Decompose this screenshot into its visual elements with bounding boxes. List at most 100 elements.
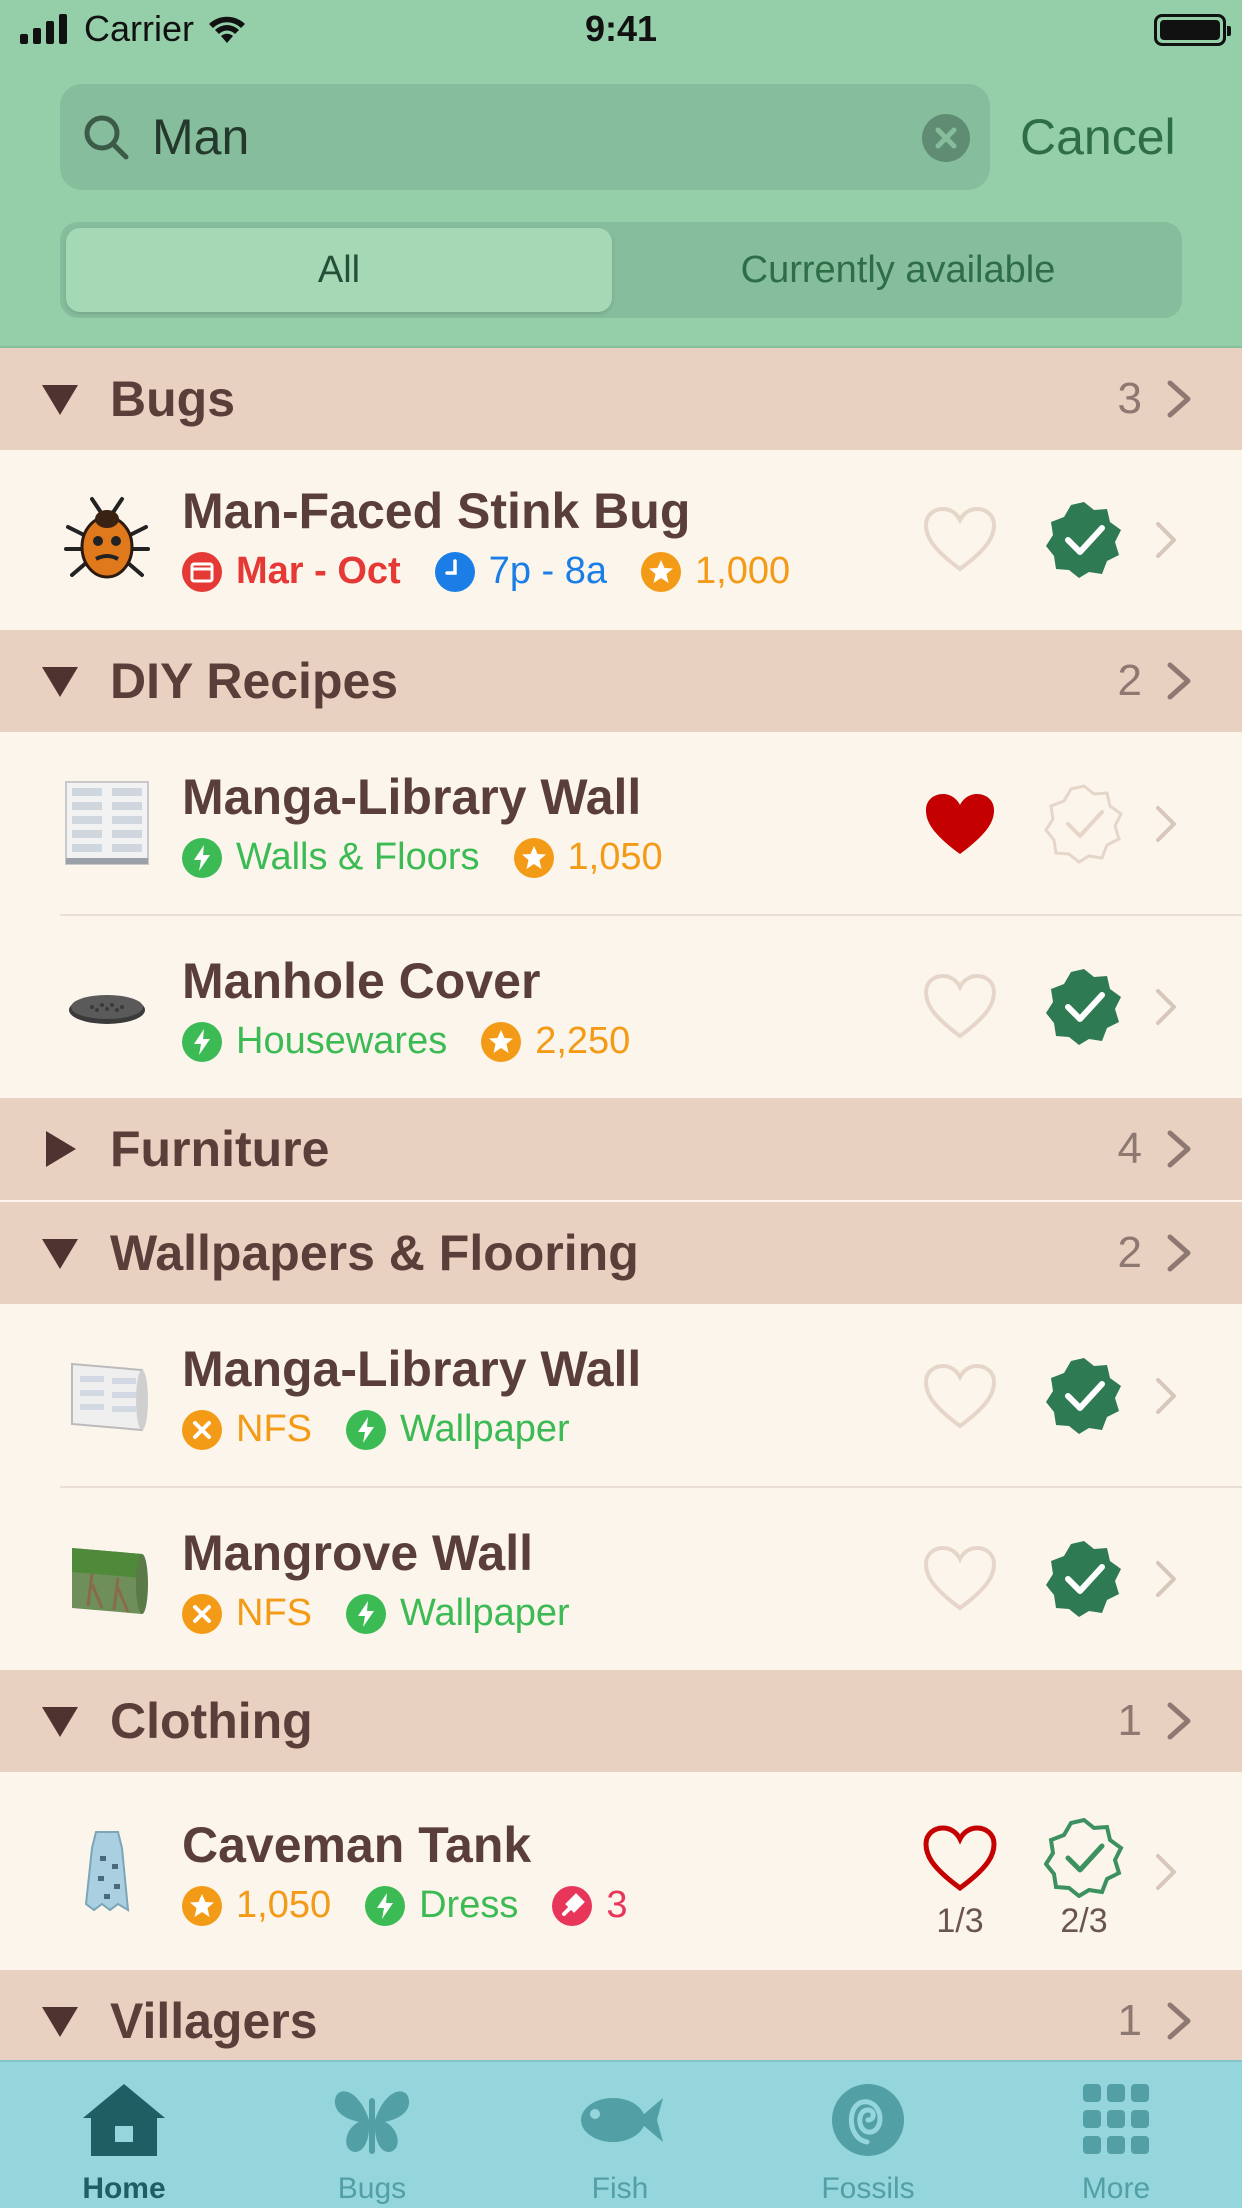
filter-segmented-control: All Currently available [60, 222, 1182, 318]
category-tag: Wallpaper [346, 1592, 570, 1635]
chevron-right-icon[interactable] [1152, 987, 1180, 1027]
chevron-right-icon[interactable] [1152, 520, 1180, 560]
segment-all[interactable]: All [66, 228, 612, 312]
nfs-label: NFS [236, 1408, 312, 1450]
favorite-heart-icon[interactable] [922, 972, 998, 1042]
item-meta: NFS Wallpaper [182, 1592, 604, 1635]
tab-home[interactable]: Home [0, 2062, 248, 2208]
item-meta: NFS Wallpaper [182, 1408, 604, 1451]
star-icon [513, 837, 554, 878]
price-tag: 1,050 [182, 1884, 331, 1927]
favorite-heart-icon[interactable] [922, 790, 998, 860]
section-header-diy-recipes[interactable]: DIY Recipes 2 [0, 630, 1242, 732]
clock-icon [434, 551, 475, 592]
expand-triangle-icon[interactable] [38, 1127, 82, 1171]
search-input[interactable]: Man [60, 84, 990, 190]
list-item-manga-library-diy[interactable]: Manga-Library Wall Walls & Floors 1,050 [0, 732, 1242, 916]
collapse-triangle-icon[interactable] [38, 659, 82, 703]
item-title: Man-Faced Stink Bug [182, 483, 691, 539]
section-title: Wallpapers & Flooring [110, 1225, 639, 1281]
section-title: Clothing [110, 1693, 313, 1749]
butterfly-icon [334, 2091, 410, 2154]
list-item-manhole-cover[interactable]: Manhole Cover Housewares 2,250 [0, 916, 1242, 1098]
tab-bugs[interactable]: Bugs [248, 2062, 496, 2208]
not-for-sale-icon [182, 1409, 222, 1450]
chevron-right-icon[interactable] [1152, 1559, 1180, 1599]
not-for-sale-icon [182, 1593, 222, 1634]
section-header-furniture[interactable]: Furniture 4 [0, 1098, 1242, 1200]
price-label: 1,050 [236, 1884, 332, 1926]
clear-search-icon[interactable] [922, 114, 970, 162]
chevron-right-icon[interactable] [1152, 1376, 1180, 1416]
list-item-mangrove-wall[interactable]: Mangrove Wall NFS Wallpaper [0, 1488, 1242, 1670]
section-header-bugs[interactable]: Bugs 3 [0, 348, 1242, 450]
search-query[interactable]: Man [152, 84, 249, 190]
list-item-stink-bug[interactable]: Man-Faced Stink Bug Mar - Oct 7p - 8a 1,… [0, 450, 1242, 630]
tab-fish[interactable]: Fish [496, 2062, 744, 2208]
collapse-triangle-icon[interactable] [38, 1999, 82, 2043]
list-item-manga-library-wallpaper[interactable]: Manga-Library Wall NFS Wallpaper [0, 1304, 1242, 1488]
item-meta: 1,050 Dress 3 [182, 1884, 661, 1927]
grid-icon [1083, 2084, 1149, 2154]
item-title: Mangrove Wall [182, 1525, 533, 1581]
status-time: 9:41 [584, 8, 658, 49]
tab-label: More [1081, 2172, 1151, 2205]
donated-check-icon[interactable] [1044, 784, 1124, 864]
donated-check-icon[interactable] [1044, 967, 1124, 1047]
bolt-icon [365, 1885, 406, 1926]
category-label: Housewares [236, 1020, 448, 1062]
item-title: Manga-Library Wall [182, 769, 642, 825]
manga-library-wall-icon [65, 781, 149, 865]
tab-more[interactable]: More [992, 2062, 1240, 2208]
segment-currently-available[interactable]: Currently available [620, 228, 1176, 312]
donated-check-icon[interactable] [1044, 1818, 1124, 1898]
chevron-right-icon[interactable] [1164, 661, 1194, 701]
chevron-right-icon[interactable] [1164, 1129, 1194, 1169]
category-label: Wallpaper [400, 1408, 570, 1450]
chevron-right-icon[interactable] [1164, 1233, 1194, 1273]
donated-check-icon[interactable] [1044, 1539, 1124, 1619]
collapse-triangle-icon[interactable] [38, 1699, 82, 1743]
chevron-right-icon[interactable] [1164, 2001, 1194, 2041]
item-title: Manhole Cover [182, 953, 541, 1009]
chevron-right-icon[interactable] [1164, 1701, 1194, 1741]
collapse-triangle-icon[interactable] [38, 377, 82, 421]
chevron-right-icon[interactable] [1152, 1852, 1180, 1892]
category-tag: Dress [365, 1884, 518, 1927]
chevron-right-icon[interactable] [1164, 379, 1194, 419]
tab-fossils[interactable]: Fossils [744, 2062, 992, 2208]
section-count: 2 [1117, 656, 1142, 705]
mangrove-wall-icon [72, 1548, 148, 1614]
favorite-heart-icon[interactable] [922, 505, 998, 575]
status-bar: Carrier 9:41 [0, 0, 1242, 62]
section-title: Furniture [110, 1121, 330, 1177]
category-label: Wallpaper [400, 1592, 570, 1634]
donated-check-icon[interactable] [1044, 500, 1124, 580]
section-header-wallpapers-flooring[interactable]: Wallpapers & Flooring 2 [0, 1202, 1242, 1304]
chevron-right-icon[interactable] [1152, 804, 1180, 844]
section-header-villagers[interactable]: Villagers 1 [0, 1970, 1242, 2072]
star-icon [182, 1885, 222, 1926]
cancel-button[interactable]: Cancel [1020, 84, 1176, 190]
item-meta: Housewares 2,250 [182, 1020, 664, 1063]
caveman-tank-icon [84, 1831, 130, 1912]
ammonite-icon [832, 2084, 904, 2156]
price-label: 2,250 [535, 1020, 631, 1062]
favorite-fraction: 1/3 [936, 1902, 984, 1940]
favorite-heart-icon[interactable] [922, 1544, 998, 1614]
section-header-clothing[interactable]: Clothing 1 [0, 1670, 1242, 1772]
fish-icon [581, 2098, 663, 2142]
section-title: Villagers [110, 1993, 318, 2049]
favorite-heart-icon[interactable] [922, 1362, 998, 1432]
variants-label: 3 [606, 1884, 628, 1926]
battery-icon [1154, 14, 1231, 46]
favorite-heart-icon[interactable] [922, 1824, 998, 1894]
item-meta: Walls & Floors 1,050 [182, 836, 697, 879]
collapse-triangle-icon[interactable] [38, 1231, 82, 1275]
collected-fraction: 2/3 [1060, 1902, 1108, 1940]
price-label: 1,000 [695, 550, 791, 592]
list-item-caveman-tank[interactable]: Caveman Tank 1,050 Dress 3 1/3 2/3 [0, 1772, 1242, 1970]
manhole-cover-icon [69, 995, 145, 1024]
bolt-icon [182, 1021, 222, 1062]
donated-check-icon[interactable] [1044, 1356, 1124, 1436]
